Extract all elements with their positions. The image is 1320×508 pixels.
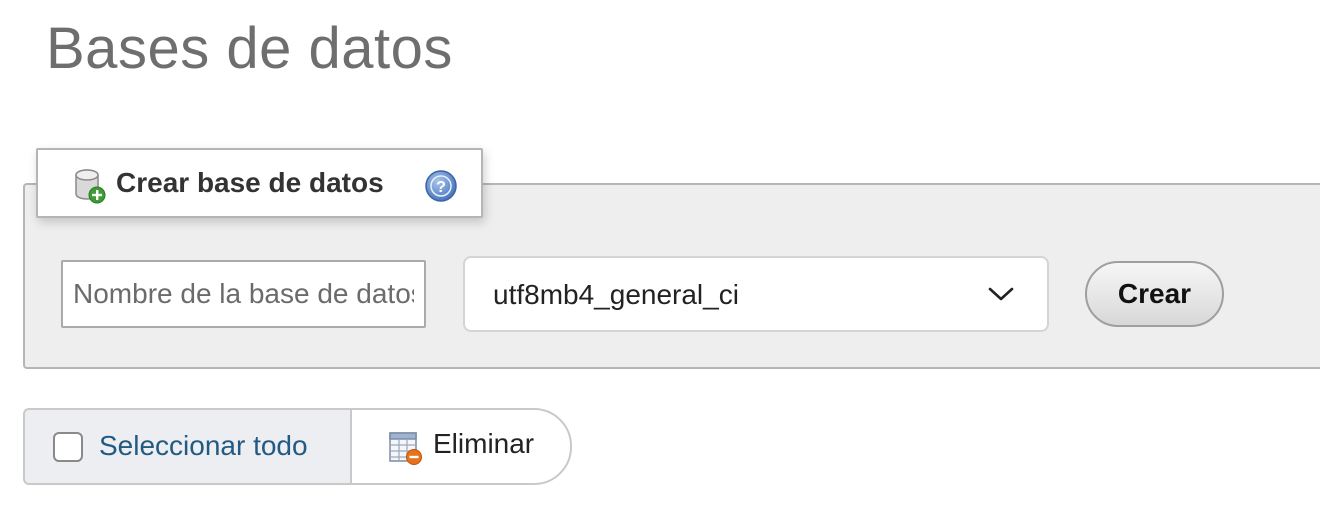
delete-label: Eliminar xyxy=(433,428,535,459)
create-button[interactable]: Crear xyxy=(1085,261,1224,327)
svg-text:?: ? xyxy=(436,179,446,196)
databases-page: Bases de datos Crear base de datos ? Nom… xyxy=(0,0,1320,508)
select-all-checkbox[interactable] xyxy=(53,432,83,462)
help-icon[interactable]: ? xyxy=(424,169,458,203)
table-delete-icon xyxy=(388,430,424,466)
select-all-label[interactable]: Seleccionar todo xyxy=(99,429,308,463)
chevron-down-icon xyxy=(987,284,1015,304)
select-all-segment: Seleccionar todo xyxy=(23,408,351,485)
page-title: Bases de datos xyxy=(46,16,453,81)
database-name-input[interactable] xyxy=(61,260,426,328)
bulk-actions-bar: Seleccionar todo Eliminar xyxy=(23,408,572,485)
collation-selected-value: utf8mb4_general_ci xyxy=(493,279,739,310)
create-database-label: Crear base de datos xyxy=(116,167,384,198)
create-database-legend: Crear base de datos ? xyxy=(36,148,483,218)
delete-button[interactable]: Eliminar xyxy=(350,408,572,485)
database-add-icon xyxy=(74,168,106,204)
collation-select[interactable]: utf8mb4_general_ci xyxy=(463,256,1049,332)
